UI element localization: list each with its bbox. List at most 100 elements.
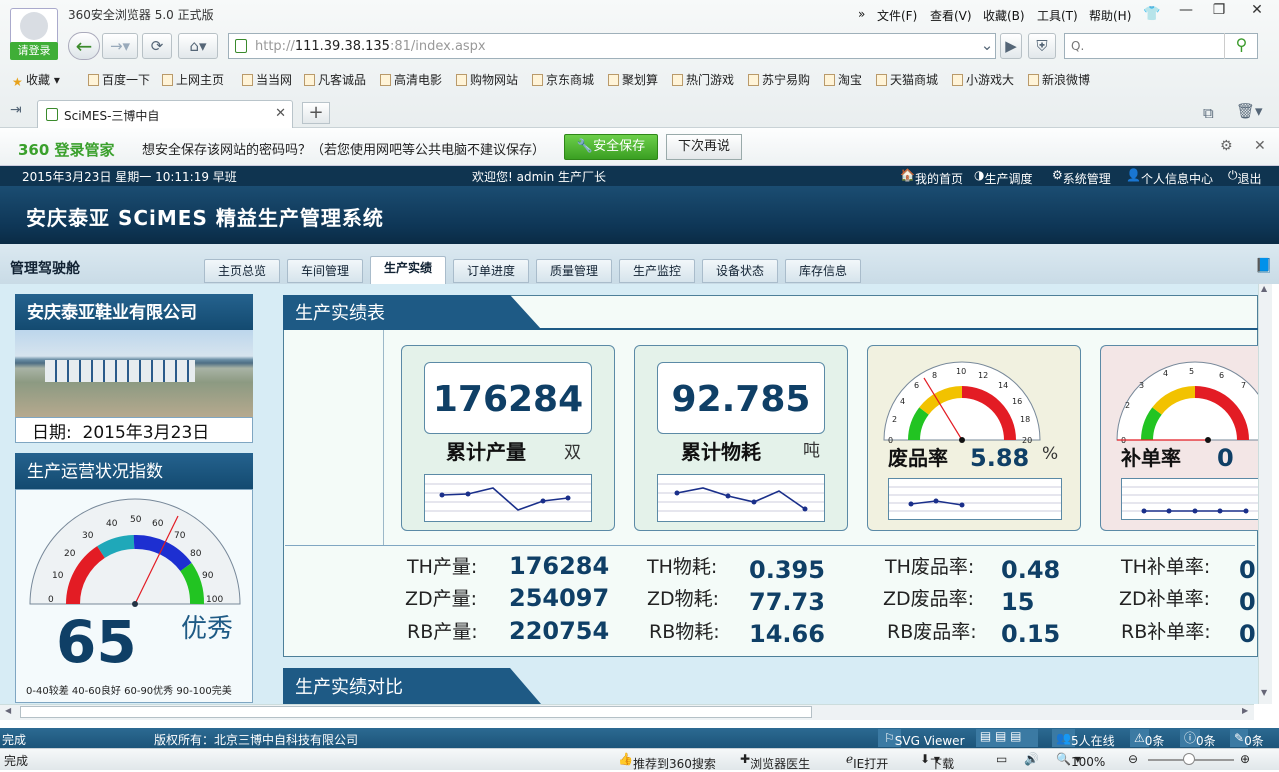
browser-status-bar: 完成 👍 推荐到360搜索 ✚ 浏览器医生 ℯ IE打开 ⬇ 下载 ▾ ▭ 🔊 🔍 100… bbox=[0, 748, 1279, 771]
stat-value: 176284 bbox=[509, 552, 610, 580]
message-count[interactable]: ✎ 0条 bbox=[1230, 729, 1264, 748]
bookmark-item[interactable]: 天猫商城 bbox=[876, 71, 938, 88]
ie-open-button[interactable]: ℯ IE打开 bbox=[846, 752, 888, 771]
browser-tab[interactable]: SciMES-三博中自 ✕ bbox=[37, 100, 293, 128]
home-link[interactable]: 🏠 我的首页 bbox=[900, 168, 963, 186]
close-window-button[interactable]: ✕ bbox=[1245, 2, 1269, 20]
status-index-value: 65 bbox=[56, 608, 137, 676]
bookmark-item[interactable]: 当当网 bbox=[242, 71, 292, 88]
bookmark-item[interactable]: 新浪微博 bbox=[1028, 71, 1090, 88]
sidebar-toggle-icon[interactable]: ⇥ bbox=[10, 102, 22, 118]
tab-production[interactable]: 生产实绩 bbox=[370, 256, 446, 284]
tab-quality[interactable]: 质量管理 bbox=[536, 259, 612, 283]
download-button[interactable]: ⬇ 下载 ▾ bbox=[920, 752, 954, 771]
info-count[interactable]: ⓘ 0条 bbox=[1180, 729, 1216, 748]
close-bar-icon[interactable]: ✕ bbox=[1254, 138, 1266, 154]
online-users[interactable]: 👥 5人在线 bbox=[1052, 729, 1115, 748]
bookmark-item[interactable]: 高清电影 bbox=[380, 71, 442, 88]
zoom-out-button[interactable]: ⊖ bbox=[1128, 752, 1138, 766]
refresh-button[interactable]: ⟳ bbox=[142, 33, 172, 59]
scroll-down-icon[interactable]: ▼ bbox=[1261, 688, 1267, 697]
search-icon[interactable]: ⚲ bbox=[1224, 33, 1258, 59]
vertical-scrollbar[interactable]: ▲ ▼ bbox=[1258, 284, 1272, 704]
consumption-unit: 吨 bbox=[803, 441, 820, 461]
menu-overflow-icon[interactable]: » bbox=[858, 7, 865, 21]
address-dropdown-icon[interactable]: ⌄ bbox=[976, 33, 998, 59]
address-bar[interactable]: http://111.39.38.135:81/index.aspx bbox=[228, 33, 996, 59]
login-button[interactable]: 请登录 bbox=[10, 42, 58, 60]
bookmark-item[interactable]: 购物网站 bbox=[456, 71, 518, 88]
trash-icon[interactable]: 🗑▾ bbox=[1236, 102, 1263, 120]
system-link[interactable]: ⚙ 系统管理 bbox=[1052, 168, 1111, 186]
bookmark-item[interactable]: 上网主页 bbox=[162, 71, 224, 88]
page-status-bar: 完成 版权所有：北京三博中自科技有限公司 ⚐ SVG Viewer ▤ ▤ ▤ … bbox=[0, 728, 1279, 748]
menu-file[interactable]: 文件(F) bbox=[877, 7, 917, 24]
browser-doctor-button[interactable]: ✚ 浏览器医生 bbox=[740, 752, 810, 771]
profile-link[interactable]: 👤 个人信息中心 bbox=[1126, 168, 1213, 186]
layout-icons[interactable]: ▤ ▤ ▤ bbox=[976, 729, 1038, 747]
help-book-icon[interactable]: 📘 bbox=[1255, 258, 1272, 274]
bookmark-item[interactable]: 淘宝 bbox=[824, 71, 862, 88]
restore-button[interactable]: ❐ bbox=[1207, 2, 1231, 20]
zoom-in-button[interactable]: ⊕ bbox=[1240, 752, 1250, 766]
stat-label: RB产量: bbox=[407, 621, 478, 643]
forward-button[interactable]: →▾ bbox=[102, 33, 138, 59]
new-tab-button[interactable]: + bbox=[302, 102, 330, 124]
close-tab-icon[interactable]: ✕ bbox=[275, 106, 286, 121]
scroll-right-icon[interactable]: ▶ bbox=[1242, 706, 1248, 715]
horizontal-scroll-thumb[interactable] bbox=[20, 706, 812, 718]
stat-label: TH补单率: bbox=[1121, 556, 1211, 578]
zoom-slider-thumb[interactable] bbox=[1183, 753, 1195, 765]
bookmark-favorites[interactable]: ★ 收藏 ▾ bbox=[12, 71, 60, 89]
bookmark-item[interactable]: 凡客诚品 bbox=[304, 71, 366, 88]
scroll-corner bbox=[1254, 704, 1279, 728]
bookmark-item[interactable]: 小游戏大 bbox=[952, 71, 1014, 88]
menu-help[interactable]: 帮助(H) bbox=[1089, 7, 1131, 24]
stat-value: 0.395 bbox=[749, 556, 825, 584]
home-button[interactable]: ⌂▾ bbox=[178, 33, 218, 59]
go-button[interactable]: ▶ bbox=[1000, 33, 1022, 59]
scroll-up-icon[interactable]: ▲ bbox=[1261, 284, 1267, 293]
bookmark-item[interactable]: 百度一下 bbox=[88, 71, 150, 88]
stat-label: RB补单率: bbox=[1121, 621, 1211, 643]
tab-equipment[interactable]: 设备状态 bbox=[702, 259, 778, 283]
menu-favorites[interactable]: 收藏(B) bbox=[983, 7, 1025, 24]
menu-view[interactable]: 查看(V) bbox=[930, 7, 972, 24]
warning-count[interactable]: ⚠ 0条 bbox=[1130, 729, 1164, 748]
stat-label: ZD废品率: bbox=[883, 588, 975, 610]
svg-text:40: 40 bbox=[106, 519, 118, 529]
bookmark-item[interactable]: 热门游戏 bbox=[672, 71, 734, 88]
bookmarks-bar: ★ 收藏 ▾ 百度一下 上网主页 当当网 凡客诚品 高清电影 购物网站 京东商城 … bbox=[0, 68, 1279, 90]
later-button[interactable]: 下次再说 bbox=[666, 134, 742, 160]
logout-link[interactable]: ⏻ 退出 bbox=[1228, 168, 1262, 186]
skin-shirt-icon[interactable]: 👕 bbox=[1143, 6, 1160, 22]
dispatch-link[interactable]: ◑ 生产调度 bbox=[974, 168, 1033, 186]
performance-title: 生产实绩表 bbox=[283, 295, 541, 329]
tab-overview[interactable]: 主页总览 bbox=[204, 259, 280, 283]
svg-text:16: 16 bbox=[1012, 397, 1022, 406]
gear-icon[interactable]: ⚙ bbox=[1220, 138, 1233, 154]
window-list-icon[interactable]: ⧉ bbox=[1203, 104, 1214, 122]
svg-viewer-button[interactable]: ⚐ SVG Viewer bbox=[878, 729, 965, 748]
bookmark-item[interactable]: 苏宁易购 bbox=[748, 71, 810, 88]
tab-workshop[interactable]: 车间管理 bbox=[287, 259, 363, 283]
back-button[interactable]: ← bbox=[68, 32, 100, 60]
bookmark-item[interactable]: 京东商城 bbox=[532, 71, 594, 88]
shield-icon[interactable]: ⛨ bbox=[1028, 33, 1056, 59]
tab-orders[interactable]: 订单进度 bbox=[453, 259, 529, 283]
scrap-rate-unit: % bbox=[1042, 444, 1059, 464]
recommend-button[interactable]: 👍 推荐到360搜索 bbox=[618, 752, 716, 771]
scroll-left-icon[interactable]: ◀ bbox=[5, 706, 11, 715]
tab-inventory[interactable]: 库存信息 bbox=[785, 259, 861, 283]
svg-text:7: 7 bbox=[1241, 381, 1246, 390]
minimize-button[interactable]: — bbox=[1174, 2, 1198, 20]
sound-icon[interactable]: 🔊 bbox=[1024, 752, 1039, 766]
tab-monitor[interactable]: 生产监控 bbox=[619, 259, 695, 283]
bookmark-item[interactable]: 聚划算 bbox=[608, 71, 658, 88]
performance-title-rule bbox=[283, 328, 1258, 330]
display-icon[interactable]: ▭ bbox=[996, 752, 1007, 766]
save-password-button[interactable]: 🔧安全保存 bbox=[564, 134, 658, 160]
menu-tools[interactable]: 工具(T) bbox=[1037, 7, 1078, 24]
reorder-rate-gauge: 0234 5 67 bbox=[1116, 361, 1258, 444]
zoom-control[interactable]: 🔍 100% ▾ bbox=[1056, 752, 1105, 769]
